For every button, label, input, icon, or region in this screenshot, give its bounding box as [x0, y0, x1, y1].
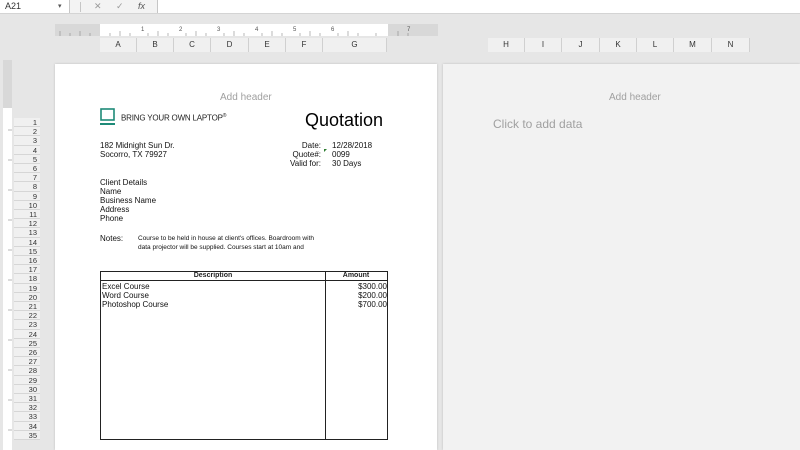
column-header-g[interactable]: G: [323, 38, 387, 52]
click-to-add-data[interactable]: Click to add data: [493, 117, 582, 131]
column-header-c[interactable]: C: [174, 38, 211, 52]
row-header[interactable]: 19: [14, 283, 40, 293]
formula-separator: [80, 2, 81, 12]
column-header-i[interactable]: I: [525, 38, 562, 52]
row-header[interactable]: 23: [14, 320, 40, 330]
row-header[interactable]: 5: [14, 154, 40, 164]
client-field-name: Name: [100, 187, 122, 196]
laptop-logo-icon: [100, 108, 115, 125]
item-amount: $300.00: [358, 282, 387, 291]
column-header-e[interactable]: E: [249, 38, 286, 52]
company-name: BRING YOUR OWN LAPTOP®: [121, 113, 227, 123]
cancel-icon[interactable]: ✕: [94, 0, 102, 13]
notes-line-2: data projector will be supplied. Courses…: [138, 244, 304, 251]
client-field-phone: Phone: [100, 214, 124, 223]
description-header: Description: [193, 272, 233, 279]
row-header[interactable]: 8: [14, 182, 40, 192]
client-field-business: Business Name: [100, 196, 157, 205]
item-description: Word Course: [102, 291, 149, 300]
cell-error-marker: [324, 149, 327, 152]
table-header-row: Description Amount: [101, 272, 387, 281]
row-header[interactable]: 25: [14, 338, 40, 348]
row-header[interactable]: 22: [14, 311, 40, 321]
column-header-h[interactable]: H: [488, 38, 525, 52]
row-header[interactable]: 11: [14, 210, 40, 220]
row-header[interactable]: 24: [14, 329, 40, 339]
row-header[interactable]: 18: [14, 274, 40, 284]
valid-label: Valid for:: [290, 159, 321, 168]
column-header-k[interactable]: K: [600, 38, 637, 52]
item-amount: $200.00: [358, 291, 387, 300]
row-header[interactable]: 28: [14, 366, 40, 376]
horizontal-ruler: 1 2 3 4 5 6 7: [55, 24, 438, 36]
row-header[interactable]: 12: [14, 219, 40, 229]
page-2: Add header Click to add data: [443, 64, 800, 450]
address-line-1: 182 Midnight Sun Dr.: [100, 141, 175, 150]
row-header[interactable]: 31: [14, 394, 40, 404]
address-line-2: Socorro, TX 79927: [100, 150, 168, 159]
row-header[interactable]: 17: [14, 265, 40, 275]
quote-value: 0099: [332, 150, 350, 159]
column-header-d[interactable]: D: [211, 38, 249, 52]
column-header-m[interactable]: M: [674, 38, 712, 52]
row-header[interactable]: 32: [14, 403, 40, 413]
quote-label: Quote#:: [292, 150, 321, 159]
row-header[interactable]: 34: [14, 421, 40, 431]
column-headers: A B C D E F G H I J K L M N: [0, 38, 800, 52]
row-header[interactable]: 29: [14, 375, 40, 385]
add-header-placeholder[interactable]: Add header: [220, 92, 272, 103]
row-header[interactable]: 10: [14, 200, 40, 210]
date-label: Date:: [301, 141, 321, 150]
add-header-placeholder-2[interactable]: Add header: [609, 92, 661, 103]
row-header[interactable]: 6: [14, 164, 40, 174]
insert-function-icon[interactable]: fx: [138, 0, 145, 13]
page-1: Add header BRING YOUR OWN LAPTOP® Quotat…: [55, 64, 437, 450]
row-header[interactable]: 15: [14, 246, 40, 256]
column-header-f[interactable]: F: [286, 38, 323, 52]
formula-bar: A21 ▾ ✕ ✓ fx: [0, 0, 800, 14]
row-headers: 1 2 3 4 5 6 7 8 9 10 11 12 13 14 15 16 17 18 19 20 21 22 23 24 2…: [14, 118, 40, 450]
row-header[interactable]: 35: [14, 430, 40, 440]
item-description: Excel Course: [102, 282, 150, 291]
column-header-n[interactable]: N: [712, 38, 750, 52]
client-details-heading: Client Details: [100, 178, 148, 187]
chevron-down-icon[interactable]: ▾: [58, 0, 62, 13]
items-table: Description Amount Excel Course $300.00 …: [100, 271, 388, 440]
valid-value: 30 Days: [332, 159, 362, 168]
document-title: Quotation: [304, 110, 383, 130]
row-header[interactable]: 1: [14, 118, 40, 128]
row-header[interactable]: 27: [14, 357, 40, 367]
notes-line-1: Course to be held in house at client's o…: [138, 235, 314, 242]
enter-check-icon[interactable]: ✓: [116, 0, 124, 13]
column-header-j[interactable]: J: [562, 38, 600, 52]
row-header[interactable]: 13: [14, 228, 40, 238]
formula-input[interactable]: [157, 0, 800, 13]
row-header[interactable]: 9: [14, 191, 40, 201]
row-header[interactable]: 20: [14, 292, 40, 302]
row-header[interactable]: 4: [14, 145, 40, 155]
row-header[interactable]: 14: [14, 237, 40, 247]
row-header[interactable]: 30: [14, 384, 40, 394]
amount-header: Amount: [342, 272, 370, 279]
row-header[interactable]: 3: [14, 136, 40, 146]
client-field-address: Address: [100, 205, 130, 214]
notes-label: Notes:: [100, 234, 124, 243]
item-amount: $700.00: [358, 300, 387, 309]
row-header[interactable]: 16: [14, 256, 40, 266]
vertical-ruler: [3, 60, 12, 450]
column-header-a[interactable]: A: [100, 38, 137, 52]
row-header[interactable]: 7: [14, 173, 40, 183]
row-header[interactable]: 21: [14, 302, 40, 312]
item-description: Photoshop Course: [102, 300, 169, 309]
row-header[interactable]: 33: [14, 412, 40, 422]
column-header-b[interactable]: B: [137, 38, 174, 52]
row-header[interactable]: 26: [14, 348, 40, 358]
column-header-l[interactable]: L: [637, 38, 674, 52]
row-header[interactable]: 2: [14, 127, 40, 137]
date-value: 12/28/2018: [332, 141, 373, 150]
